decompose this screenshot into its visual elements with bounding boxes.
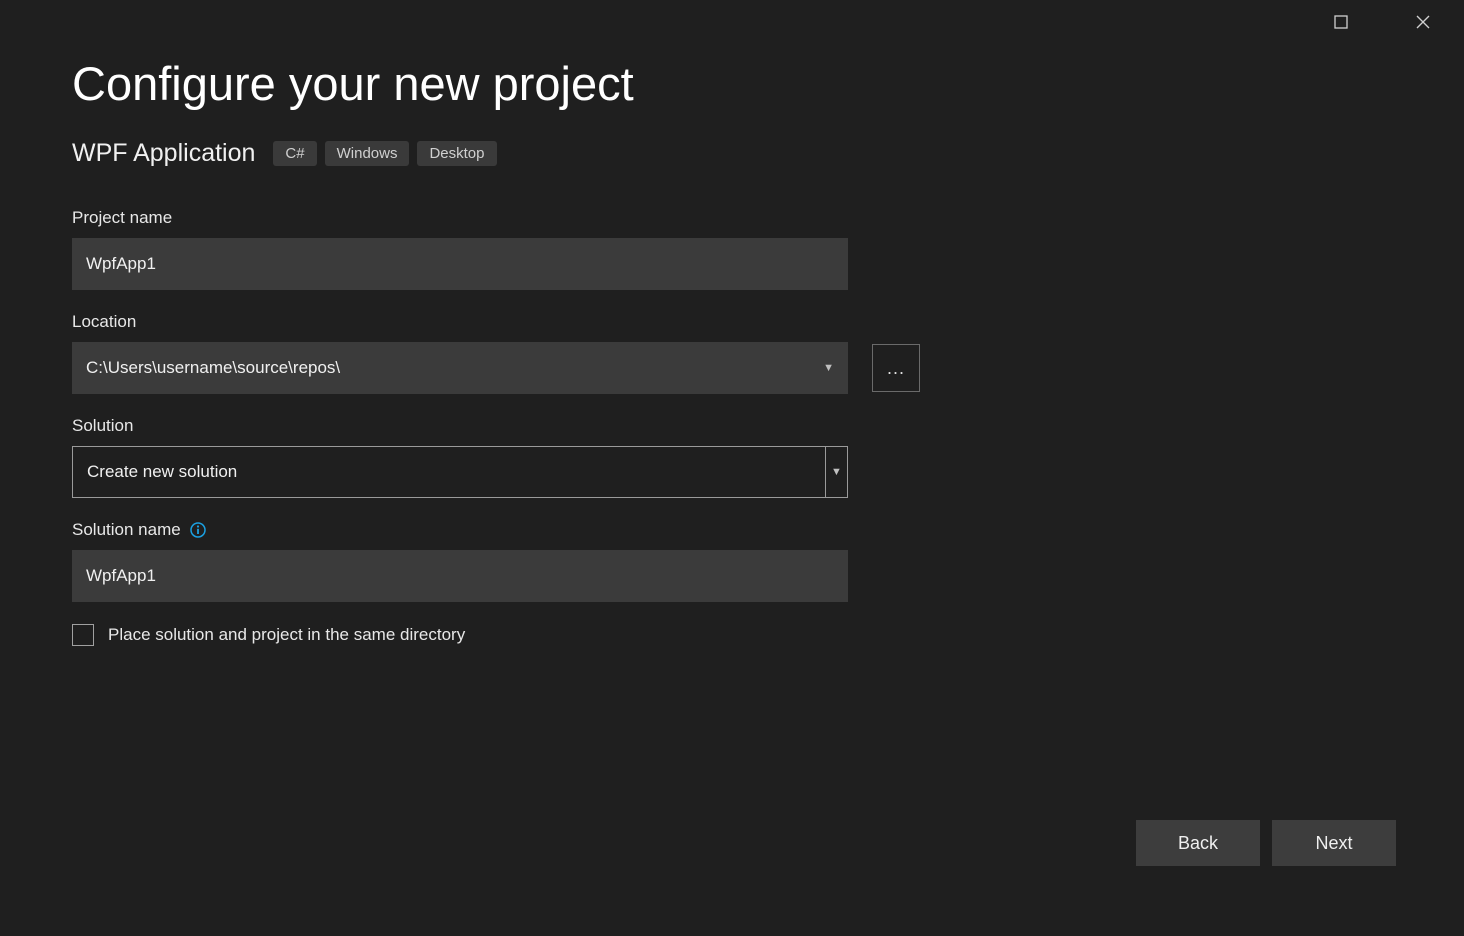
solution-label: Solution: [72, 416, 1392, 436]
location-label: Location: [72, 312, 1392, 332]
maximize-button[interactable]: [1318, 7, 1364, 37]
location-input[interactable]: [86, 358, 815, 378]
project-name-label: Project name: [72, 208, 1392, 228]
maximize-icon: [1334, 15, 1348, 29]
solution-name-group: Solution name: [72, 520, 1392, 602]
same-directory-checkbox[interactable]: [72, 624, 94, 646]
template-tag: Windows: [325, 141, 410, 166]
close-icon: [1416, 15, 1430, 29]
location-combobox[interactable]: ▼: [72, 342, 848, 394]
solution-name-label: Solution name: [72, 520, 181, 540]
same-directory-row: Place solution and project in the same d…: [72, 624, 1392, 646]
project-name-input[interactable]: [72, 238, 848, 290]
next-button[interactable]: Next: [1272, 820, 1396, 866]
close-button[interactable]: [1400, 7, 1446, 37]
same-directory-label: Place solution and project in the same d…: [108, 625, 465, 645]
template-name: WPF Application: [72, 139, 255, 168]
template-row: WPF Application C# Windows Desktop: [72, 139, 1392, 168]
info-icon[interactable]: [189, 521, 207, 539]
back-button[interactable]: Back: [1136, 820, 1260, 866]
solution-name-input[interactable]: [72, 550, 848, 602]
project-name-group: Project name: [72, 208, 1392, 290]
template-tag: Desktop: [417, 141, 496, 166]
solution-select[interactable]: Create new solution ▼: [72, 446, 848, 498]
template-tags: C# Windows Desktop: [273, 141, 496, 166]
page-title: Configure your new project: [72, 56, 1392, 111]
solution-select-value: Create new solution: [73, 447, 825, 497]
chevron-down-icon: ▼: [823, 362, 834, 374]
footer-buttons: Back Next: [1136, 820, 1396, 866]
template-tag: C#: [273, 141, 316, 166]
solution-group: Solution Create new solution ▼: [72, 416, 1392, 498]
chevron-down-icon: ▼: [825, 447, 847, 497]
browse-button[interactable]: ...: [872, 344, 920, 392]
location-group: Location ▼ ...: [72, 312, 1392, 394]
